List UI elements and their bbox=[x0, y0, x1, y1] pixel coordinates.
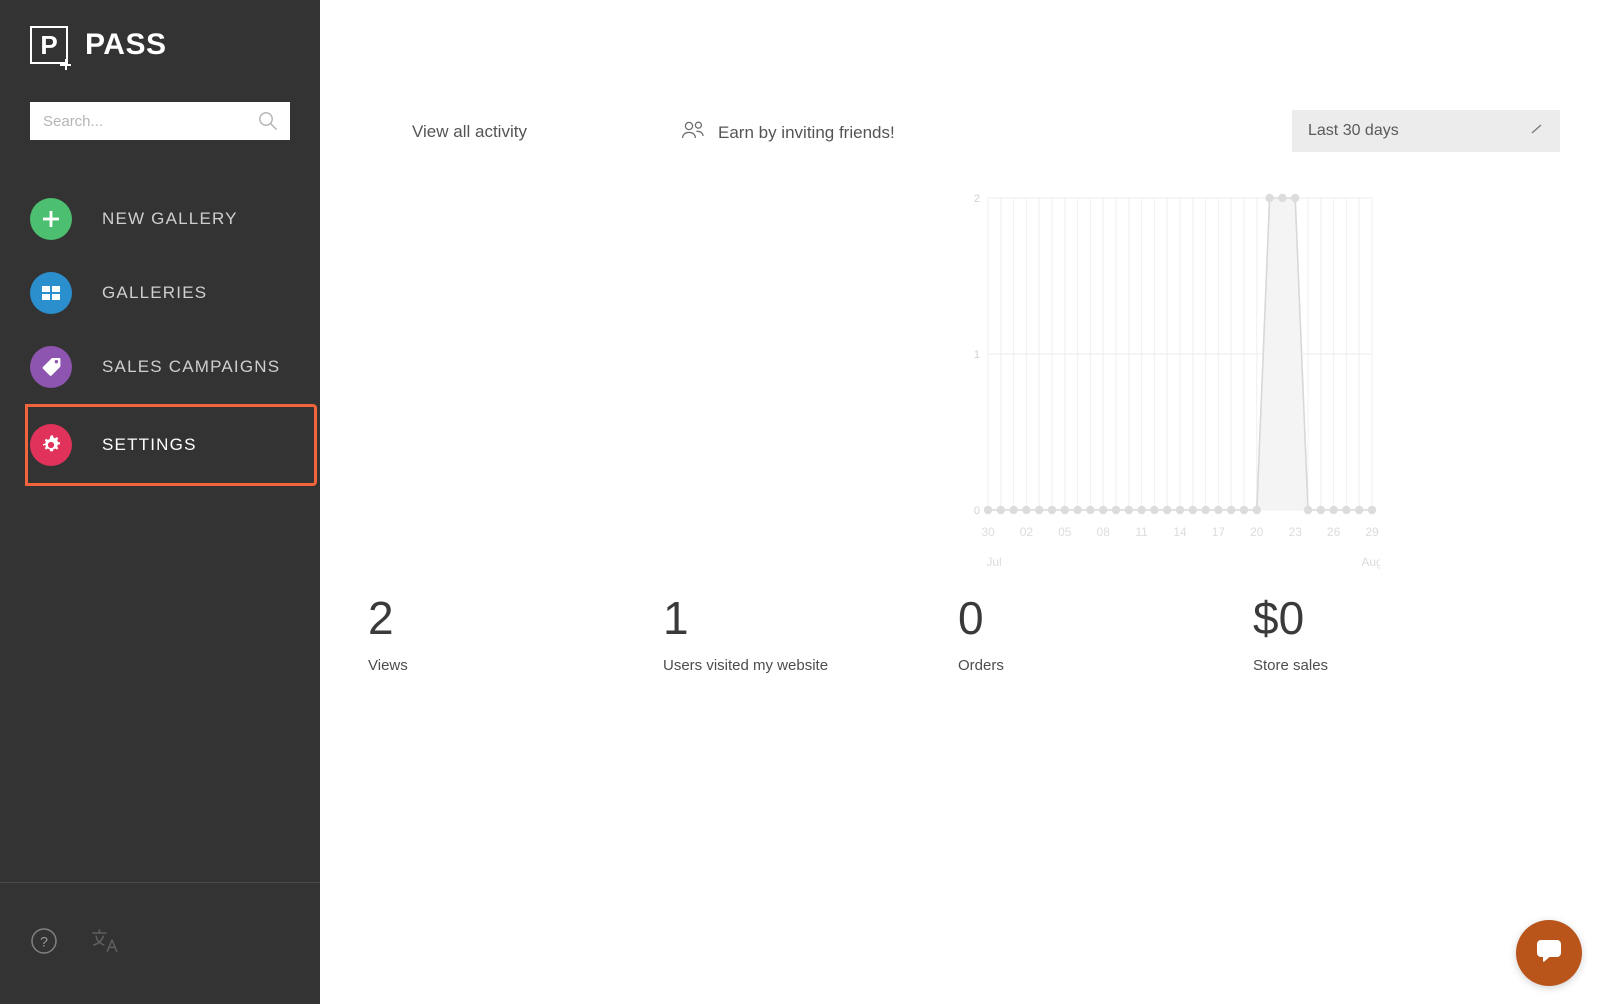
top-bar: View all activity Earn by inviting frien… bbox=[320, 0, 1600, 180]
date-range-select[interactable]: Last 30 days bbox=[1292, 110, 1560, 152]
svg-text:05: 05 bbox=[1058, 525, 1072, 539]
svg-text:02: 02 bbox=[1020, 525, 1034, 539]
stat-label: Views bbox=[368, 657, 408, 674]
svg-text:08: 08 bbox=[1097, 525, 1111, 539]
svg-text:14: 14 bbox=[1173, 525, 1187, 539]
sidebar-item-label: NEW GALLERY bbox=[102, 209, 238, 228]
activity-chart-svg: 0 1 2 30 02 05 08 11 14 17 20 23 26 29 Jul Aug bbox=[974, 193, 1380, 569]
sidebar-item-sales-campaigns[interactable]: SALES CAMPAIGNS bbox=[0, 330, 320, 404]
svg-text:20: 20 bbox=[1250, 525, 1264, 539]
stat-store-sales: $0 Store sales bbox=[1253, 595, 1548, 674]
sidebar-nav: NEW GALLERY GALLERIES SALES CAMPAIGNS SE… bbox=[0, 182, 320, 486]
stat-value: $0 bbox=[1253, 592, 1305, 644]
svg-text:Aug: Aug bbox=[1361, 555, 1380, 569]
dashboard-page: P PASS NEW GA bbox=[0, 0, 1600, 1004]
stat-users-visited: 1 Users visited my website bbox=[663, 595, 958, 674]
stat-label: Store sales bbox=[1253, 657, 1329, 674]
people-icon bbox=[680, 120, 706, 145]
svg-text:29: 29 bbox=[1365, 525, 1379, 539]
translate-icon[interactable] bbox=[90, 926, 120, 961]
svg-text:?: ? bbox=[40, 934, 48, 950]
search-input[interactable] bbox=[30, 102, 290, 140]
svg-text:1: 1 bbox=[974, 349, 980, 361]
plus-icon bbox=[30, 198, 72, 240]
crosshair-icon bbox=[60, 59, 71, 70]
grid-icon bbox=[30, 272, 72, 314]
svg-text:30: 30 bbox=[981, 525, 995, 539]
sidebar-item-label: SETTINGS bbox=[102, 435, 197, 454]
invite-label: Earn by inviting friends! bbox=[718, 122, 895, 142]
stat-value: 1 bbox=[663, 592, 689, 644]
stat-value: 0 bbox=[958, 592, 984, 644]
sidebar-item-label: SALES CAMPAIGNS bbox=[102, 357, 281, 376]
stat-orders: 0 Orders bbox=[958, 595, 1253, 674]
view-all-activity-link[interactable]: View all activity bbox=[412, 122, 527, 142]
svg-text:2: 2 bbox=[974, 193, 980, 205]
stat-value: 2 bbox=[368, 592, 394, 644]
svg-text:26: 26 bbox=[1327, 525, 1341, 539]
svg-text:Jul: Jul bbox=[986, 555, 1001, 569]
main-content: View all activity Earn by inviting frien… bbox=[320, 0, 1600, 1004]
stat-label: Users visited my website bbox=[663, 657, 829, 674]
gear-icon bbox=[30, 424, 72, 466]
svg-text:23: 23 bbox=[1289, 525, 1303, 539]
stat-label: Orders bbox=[958, 657, 1004, 674]
logo-letter: P bbox=[40, 30, 58, 60]
sidebar: P PASS NEW GA bbox=[0, 0, 320, 1004]
sidebar-item-settings[interactable]: SETTINGS bbox=[25, 404, 317, 486]
tag-icon bbox=[30, 346, 72, 388]
earn-by-inviting-friends-link[interactable]: Earn by inviting friends! bbox=[680, 120, 895, 145]
sidebar-item-label: GALLERIES bbox=[102, 283, 208, 302]
stats-row: 2 Views 1 Users visited my website 0 Ord… bbox=[368, 595, 1548, 674]
logo-mark-icon: P bbox=[30, 26, 71, 70]
sidebar-item-new-gallery[interactable]: NEW GALLERY bbox=[0, 182, 320, 256]
activity-chart: 0 1 2 30 02 05 08 11 14 17 20 23 26 29 Jul Aug bbox=[960, 180, 1380, 570]
help-icon[interactable]: ? bbox=[30, 927, 58, 960]
svg-text:11: 11 bbox=[1135, 525, 1148, 539]
svg-text:17: 17 bbox=[1212, 525, 1226, 539]
brand-name: PASS bbox=[85, 28, 167, 61]
chat-widget-button[interactable] bbox=[1516, 920, 1582, 986]
chat-bubble-icon bbox=[1533, 935, 1565, 972]
sidebar-item-galleries[interactable]: GALLERIES bbox=[0, 256, 320, 330]
sidebar-footer: ? bbox=[0, 882, 320, 1004]
diagonal-caret-icon bbox=[1530, 122, 1544, 140]
date-range-value: Last 30 days bbox=[1308, 122, 1399, 139]
svg-text:0: 0 bbox=[974, 505, 980, 517]
search-box[interactable] bbox=[30, 102, 290, 140]
stat-views: 2 Views bbox=[368, 595, 663, 674]
brand-logo[interactable]: P PASS bbox=[0, 0, 320, 70]
